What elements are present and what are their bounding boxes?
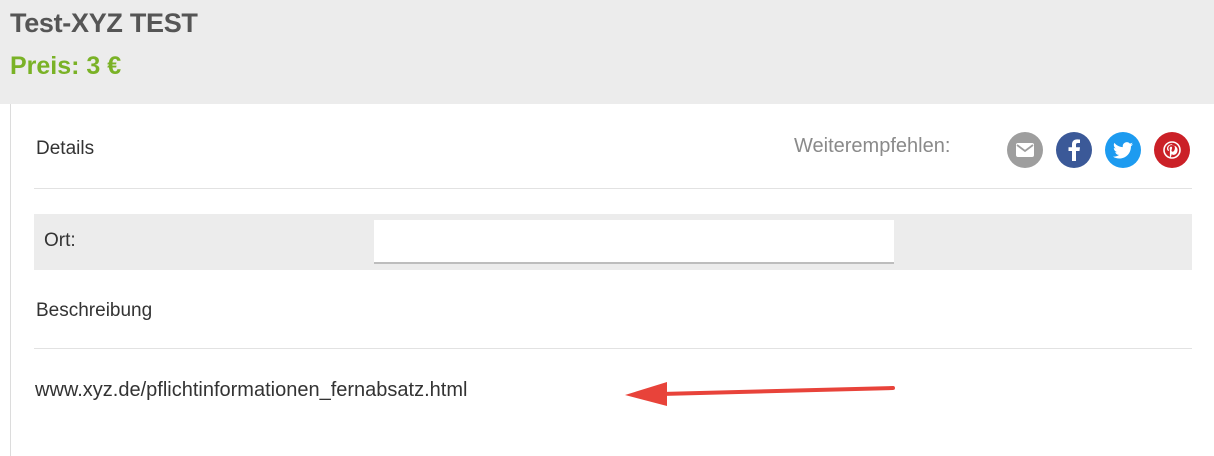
ort-row: Ort: xyxy=(34,214,1192,270)
ort-label: Ort: xyxy=(44,230,76,251)
email-icon xyxy=(1016,143,1034,157)
details-panel: Details Weiterempfehlen: Ort: Beschreibu… xyxy=(10,104,1214,456)
product-title: Test-XYZ TEST xyxy=(10,8,198,38)
facebook-icon xyxy=(1068,139,1080,161)
ort-input[interactable] xyxy=(374,220,894,264)
red-arrow-annotation xyxy=(625,382,895,406)
description-title: Beschreibung xyxy=(36,300,153,321)
share-pinterest-button[interactable] xyxy=(1154,132,1190,168)
description-header: Beschreibung xyxy=(34,270,1192,349)
share-email-button[interactable] xyxy=(1007,132,1043,168)
twitter-icon xyxy=(1113,141,1133,158)
details-header: Details Weiterempfehlen: xyxy=(34,104,1192,189)
product-price: Preis: 3 € xyxy=(10,52,122,80)
pinterest-icon xyxy=(1163,141,1181,159)
share-label: Weiterempfehlen: xyxy=(794,135,951,157)
share-twitter-button[interactable] xyxy=(1105,132,1141,168)
product-header: Test-XYZ TEST Preis: 3 € xyxy=(0,0,1214,104)
share-facebook-button[interactable] xyxy=(1056,132,1092,168)
details-title: Details xyxy=(36,138,95,159)
description-text: www.xyz.de/pflichtinformationen_fernabsa… xyxy=(35,379,468,401)
